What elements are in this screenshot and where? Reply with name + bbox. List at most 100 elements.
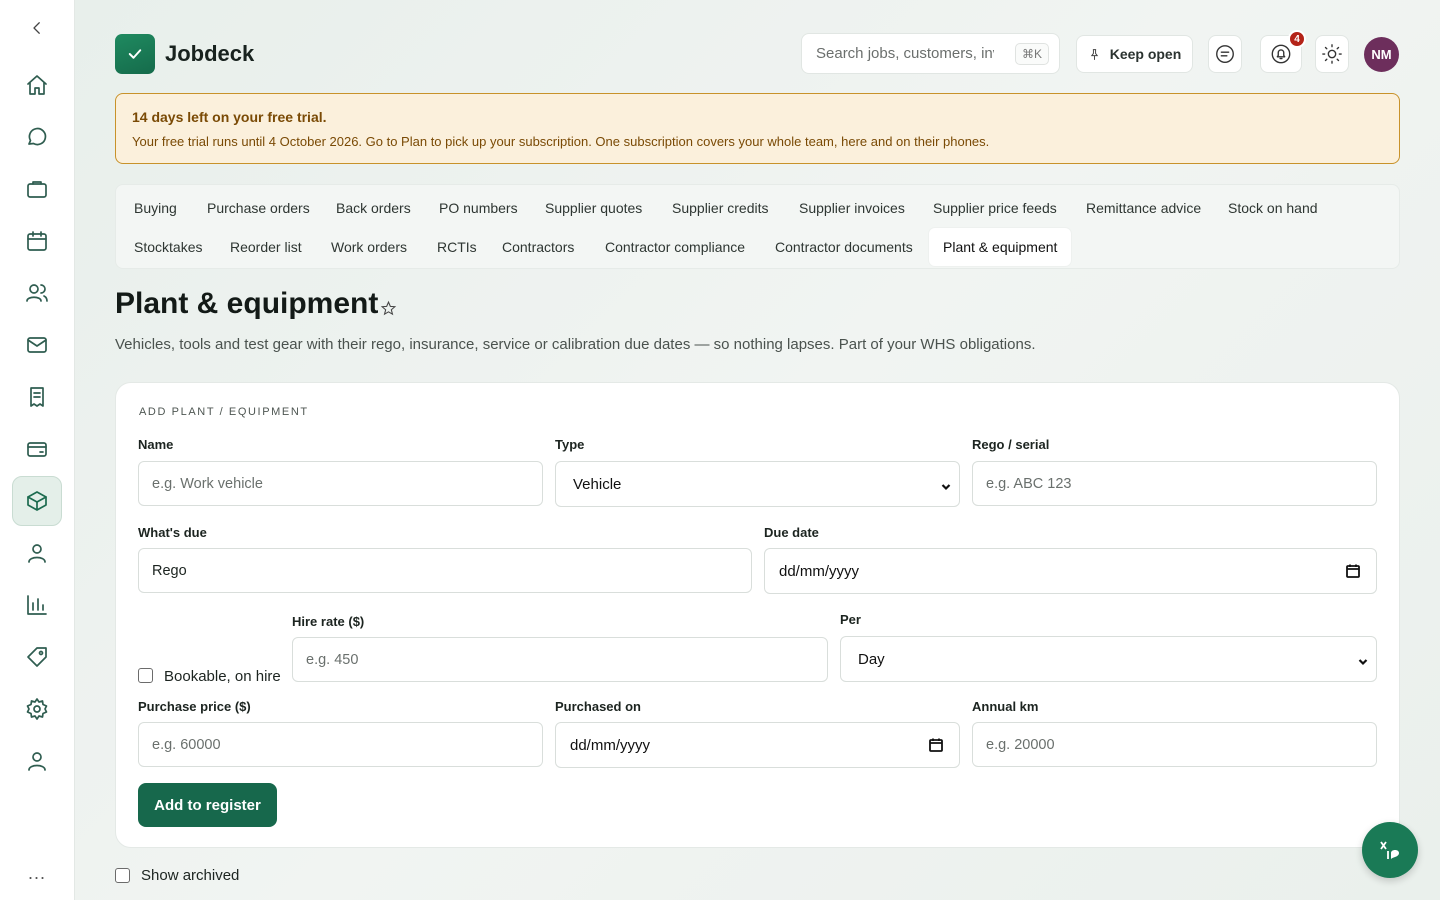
sidebar-item-invoices[interactable] <box>12 372 62 422</box>
due-date-input[interactable]: dd/mm/yyyy <box>764 548 1377 594</box>
annual-km-label: Annual km <box>972 699 1039 714</box>
tab-contractor-compliance[interactable]: Contractor compliance <box>591 228 759 266</box>
calendar-picker-icon[interactable] <box>929 738 943 752</box>
notifications-button[interactable]: 4 <box>1260 30 1306 73</box>
due-date-value: dd/mm/yyyy <box>779 562 860 580</box>
tab-reorder-list[interactable]: Reorder list <box>216 228 316 266</box>
account-icon <box>28 752 46 771</box>
theme-toggle-button[interactable] <box>1315 35 1349 73</box>
sidebar-item-mail[interactable] <box>12 320 62 370</box>
chevron-down-icon <box>1358 654 1368 666</box>
purchased-on-value: dd/mm/yyyy <box>570 736 651 754</box>
box-icon <box>27 491 47 511</box>
keep-open-button[interactable]: Keep open <box>1076 35 1193 73</box>
sidebar-item-jobs[interactable] <box>12 164 62 214</box>
tab-stocktakes[interactable]: Stocktakes <box>120 228 216 266</box>
whats-due-input[interactable] <box>138 548 752 593</box>
show-archived-checkbox[interactable] <box>115 868 130 883</box>
sun-icon <box>1322 44 1342 64</box>
messages-button[interactable] <box>1208 35 1242 73</box>
whats-due-label: What's due <box>138 525 207 540</box>
tab-back-orders[interactable]: Back orders <box>322 189 425 227</box>
sidebar-item-reports[interactable] <box>12 580 62 630</box>
add-to-register-button[interactable]: Add to register <box>138 783 277 827</box>
users-icon <box>26 284 48 302</box>
bell-icon <box>1271 44 1291 64</box>
show-archived-label: Show archived <box>141 867 240 884</box>
tab-buying[interactable]: Buying <box>120 189 191 227</box>
receipt-icon <box>30 387 44 407</box>
search-shortcut-hint: ⌘K <box>1014 43 1049 65</box>
sidebar-item-team[interactable] <box>12 528 62 578</box>
trial-banner-text: Your free trial runs until 4 October 202… <box>132 134 990 149</box>
annual-km-input[interactable] <box>972 722 1377 767</box>
hire-rate-input[interactable] <box>292 637 828 682</box>
rego-label: Rego / serial <box>972 437 1050 452</box>
notification-count-badge: 4 <box>1288 30 1306 48</box>
sidebar-item-buying[interactable] <box>12 476 62 526</box>
tab-supplier-invoices[interactable]: Supplier invoices <box>785 189 919 227</box>
tab-plant-equipment[interactable]: Plant & equipment <box>929 228 1072 266</box>
purchased-on-label: Purchased on <box>555 699 641 714</box>
add-plant-form: ADD PLANT / EQUIPMENT Name Type Vehicle … <box>115 382 1400 848</box>
user-avatar[interactable]: NM <box>1364 37 1399 72</box>
assistant-fab-button[interactable] <box>1362 822 1418 878</box>
chevron-down-icon <box>941 479 951 491</box>
rego-input[interactable] <box>972 461 1377 506</box>
sidebar-item-customers[interactable] <box>12 268 62 318</box>
assistant-icon <box>1380 841 1399 859</box>
sidebar-item-payments[interactable] <box>12 424 62 474</box>
tab-work-orders[interactable]: Work orders <box>317 228 421 266</box>
tag-icon <box>27 647 47 667</box>
page-title: Plant & equipment <box>115 287 379 320</box>
collapse-sidebar-button[interactable] <box>12 6 62 50</box>
per-select-value: Day <box>858 650 885 668</box>
sidebar-item-pricing[interactable] <box>12 632 62 682</box>
purchase-price-label: Purchase price ($) <box>138 699 251 714</box>
more-menu-button[interactable]: ... <box>12 848 62 898</box>
tab-purchase-orders[interactable]: Purchase orders <box>193 189 324 227</box>
per-label: Per <box>840 612 861 627</box>
tab-contractor-documents[interactable]: Contractor documents <box>761 228 927 266</box>
purchase-price-input[interactable] <box>138 722 543 767</box>
pin-icon <box>1090 48 1098 60</box>
bookable-checkbox[interactable] <box>138 668 153 683</box>
keep-open-label: Keep open <box>1109 46 1182 62</box>
sidebar-item-messages[interactable] <box>12 112 62 162</box>
tab-contractors[interactable]: Contractors <box>488 228 588 266</box>
bar-chart-icon <box>27 595 47 615</box>
sidebar-item-home[interactable] <box>12 60 62 110</box>
name-input[interactable] <box>138 461 543 506</box>
global-search[interactable]: ⌘K <box>801 33 1060 74</box>
favorite-button[interactable] <box>380 300 398 318</box>
sidebar-item-settings[interactable] <box>12 684 62 734</box>
calendar-icon <box>27 231 47 251</box>
tab-supplier-price-feeds[interactable]: Supplier price feeds <box>919 189 1071 227</box>
tab-rctis[interactable]: RCTIs <box>423 228 491 266</box>
search-input[interactable] <box>816 45 994 62</box>
name-label: Name <box>138 437 174 452</box>
type-select[interactable]: Vehicle <box>555 461 960 507</box>
due-date-label: Due date <box>764 525 819 540</box>
tab-supplier-quotes[interactable]: Supplier quotes <box>531 189 656 227</box>
tab-supplier-credits[interactable]: Supplier credits <box>658 189 783 227</box>
person-icon <box>28 544 46 563</box>
star-icon <box>380 300 397 316</box>
page-subtitle: Vehicles, tools and test gear with their… <box>115 336 1036 353</box>
trial-banner: 14 days left on your free trial. Your fr… <box>115 93 1400 164</box>
chevron-left-icon <box>33 22 40 34</box>
home-icon <box>27 75 47 95</box>
type-select-value: Vehicle <box>573 475 622 493</box>
app-logo[interactable] <box>115 34 155 74</box>
per-select[interactable]: Day <box>840 636 1377 682</box>
tab-po-numbers[interactable]: PO numbers <box>425 189 532 227</box>
form-heading: ADD PLANT / EQUIPMENT <box>139 406 309 418</box>
tab-remittance-advice[interactable]: Remittance advice <box>1072 189 1215 227</box>
sidebar-item-calendar[interactable] <box>12 216 62 266</box>
briefcase-icon <box>27 181 47 198</box>
purchased-on-input[interactable]: dd/mm/yyyy <box>555 722 960 768</box>
check-icon <box>128 49 142 59</box>
tab-stock-on-hand[interactable]: Stock on hand <box>1214 189 1332 227</box>
calendar-picker-icon[interactable] <box>1346 564 1360 578</box>
sidebar-item-account[interactable] <box>12 736 62 786</box>
